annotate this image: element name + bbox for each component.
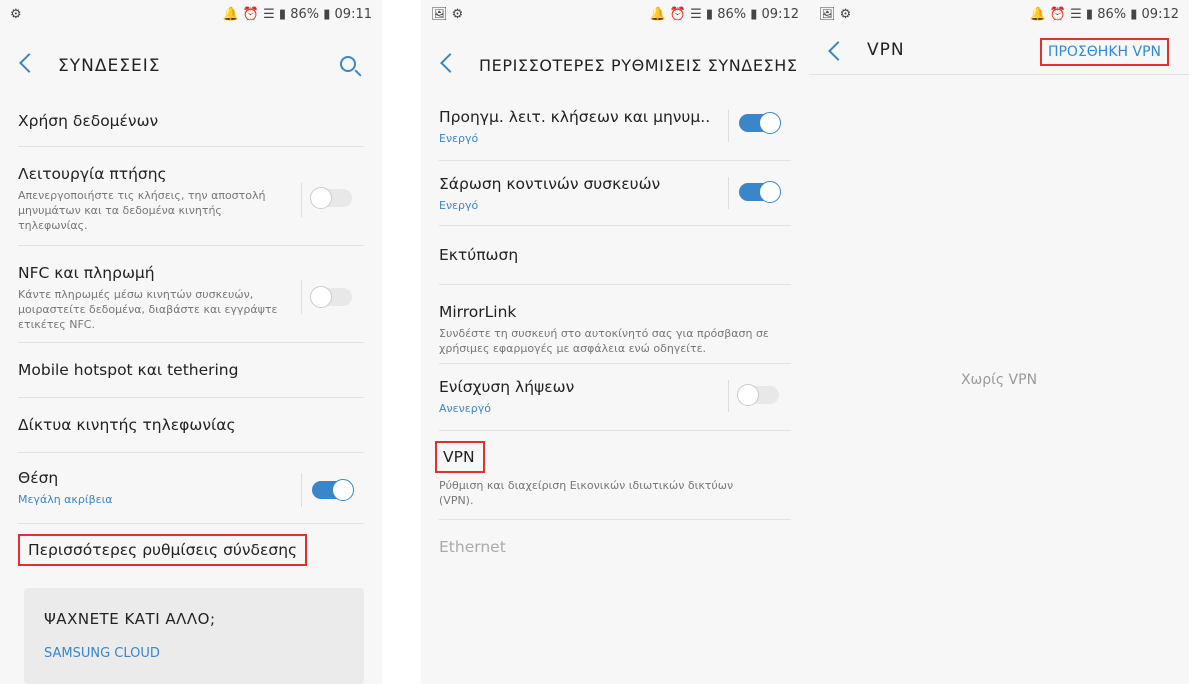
item-label: Ethernet: [439, 538, 506, 556]
settings-list: Προηγμ. λειτ. κλήσεων και μηνυμ.. Ενεργό…: [421, 96, 809, 576]
location-toggle[interactable]: [312, 479, 354, 501]
header: ΣΥΝΔΕΣΕΙΣ: [0, 38, 382, 96]
item-label: NFC και πληρωμή: [18, 264, 155, 282]
status-icons-left: ⚙: [10, 7, 22, 22]
item-label: Λειτουργία πτήσης: [18, 165, 167, 183]
back-icon[interactable]: [19, 53, 39, 73]
toggle-knob: [310, 187, 332, 209]
download-booster-item[interactable]: Ενίσχυση λήψεων Ανενεργό: [439, 364, 791, 431]
looking-for-card: ΨΑΧΝΕΤΕ ΚΑΤΙ ΑΛΛΟ; SAMSUNG CLOUD: [24, 588, 364, 684]
divider: [301, 280, 302, 314]
printing-item[interactable]: Εκτύπωση: [439, 226, 791, 285]
ethernet-item[interactable]: Ethernet: [439, 520, 791, 576]
mobile-networks-item[interactable]: Δίκτυα κινητής τηλεφωνίας: [18, 398, 364, 453]
more-connection-settings-item[interactable]: Περισσότερες ρυθμίσεις σύνδεσης: [18, 524, 364, 576]
status-icons-right: 🔔 ⏰ ☰ ▮ 86% ▮ 09:12: [649, 7, 800, 22]
status-icons-right: 🔔 ⏰ ☰ ▮ 86% ▮ 09:11: [222, 7, 373, 22]
vpn-screen: 🖼 ⚙ 🔔 ⏰ ☰ ▮ 86% ▮ 09:12 VPN ΠΡΟΣΘΗΚΗ VPN…: [809, 0, 1189, 684]
data-usage-item[interactable]: Χρήση δεδομένων: [18, 96, 364, 147]
item-label: Εκτύπωση: [439, 246, 519, 264]
divider: [728, 380, 729, 412]
back-icon[interactable]: [440, 53, 460, 73]
item-status: Ενεργό: [439, 199, 479, 212]
header: ΠΕΡΙΣΣΟΤΕΡΕΣ ΡΥΘΜΙΣΕΙΣ ΣΥΝΔΕΣΗΣ: [421, 38, 809, 96]
add-vpn-button[interactable]: ΠΡΟΣΘΗΚΗ VPN: [1039, 38, 1169, 66]
status-bar: 🖼 ⚙ 🔔 ⏰ ☰ ▮ 86% ▮ 09:12: [421, 0, 809, 28]
nearby-device-scan-item[interactable]: Σάρωση κοντινών συσκευών Ενεργό: [439, 161, 791, 226]
flight-mode-toggle[interactable]: [310, 187, 352, 209]
item-label: MirrorLink: [439, 303, 517, 321]
item-label: Mobile hotspot και tethering: [18, 361, 239, 379]
toggle-knob: [332, 479, 354, 501]
advanced-calling-toggle[interactable]: [739, 112, 781, 134]
location-item[interactable]: Θέση Μεγάλη ακρίβεια: [18, 453, 364, 524]
status-icons-left: 🖼 ⚙: [819, 7, 852, 22]
header: VPN ΠΡΟΣΘΗΚΗ VPN: [809, 28, 1189, 86]
advanced-calling-item[interactable]: Προηγμ. λειτ. κλήσεων και μηνυμ.. Ενεργό: [439, 96, 791, 161]
status-bar: 🖼 ⚙ 🔔 ⏰ ☰ ▮ 86% ▮ 09:12: [809, 0, 1189, 28]
item-status: Μεγάλη ακρίβεια: [18, 493, 113, 506]
item-label: Δίκτυα κινητής τηλεφωνίας: [18, 416, 236, 434]
item-status: Ανενεργό: [439, 402, 491, 415]
item-label: VPN: [435, 441, 485, 473]
toggle-knob: [310, 286, 332, 308]
hotspot-item[interactable]: Mobile hotspot και tethering: [18, 343, 364, 398]
divider: [728, 110, 729, 142]
page-title: ΠΕΡΙΣΣΟΤΕΡΕΣ ΡΥΘΜΙΣΕΙΣ ΣΥΝΔΕΣΗΣ: [479, 56, 798, 75]
nfc-toggle[interactable]: [310, 286, 352, 308]
status-icons-left: 🖼 ⚙: [431, 7, 464, 22]
download-booster-toggle[interactable]: [737, 384, 779, 406]
samsung-cloud-link[interactable]: SAMSUNG CLOUD: [44, 646, 160, 661]
back-icon[interactable]: [828, 41, 848, 61]
nearby-scan-toggle[interactable]: [739, 181, 781, 203]
item-description: Συνδέστε τη συσκευή στο αυτοκίνητό σας γ…: [439, 327, 769, 355]
item-description: Ρύθμιση και διαχείριση Εικονικών ιδιωτικ…: [439, 479, 734, 507]
flight-mode-item[interactable]: Λειτουργία πτήσης Απενεργοποιήστε τις κλ…: [18, 147, 364, 246]
status-icons-right: 🔔 ⏰ ☰ ▮ 86% ▮ 09:12: [1029, 7, 1180, 22]
vpn-item[interactable]: VPN Ρύθμιση και διαχείριση Εικονικών ιδι…: [435, 431, 791, 520]
more-connection-settings-screen: 🖼 ⚙ 🔔 ⏰ ☰ ▮ 86% ▮ 09:12 ΠΕΡΙΣΣΟΤΕΡΕΣ ΡΥΘ…: [421, 0, 809, 684]
toggle-knob: [737, 384, 759, 406]
item-label: Χρήση δεδομένων: [18, 112, 159, 130]
card-heading: ΨΑΧΝΕΤΕ ΚΑΤΙ ΑΛΛΟ;: [44, 610, 216, 628]
nfc-payment-item[interactable]: NFC και πληρωμή Κάντε πληρωμές μέσω κινη…: [18, 246, 364, 343]
settings-list: Χρήση δεδομένων Λειτουργία πτήσης Απενερ…: [0, 96, 382, 576]
mirrorlink-item[interactable]: MirrorLink Συνδέστε τη συσκευή στο αυτοκ…: [439, 285, 791, 364]
toggle-knob: [759, 181, 781, 203]
divider: [728, 177, 729, 209]
divider: [301, 183, 302, 217]
status-bar: ⚙ 🔔 ⏰ ☰ ▮ 86% ▮ 09:11: [0, 0, 382, 28]
item-status: Ενεργό: [439, 132, 479, 145]
empty-state: Χωρίς VPN: [960, 372, 1038, 388]
item-label: Θέση: [18, 469, 59, 487]
divider: [301, 473, 302, 507]
search-icon[interactable]: [340, 56, 356, 72]
item-description: Απενεργοποιήστε τις κλήσεις, την αποστολ…: [18, 189, 266, 232]
toggle-knob: [759, 112, 781, 134]
item-description: Κάντε πληρωμές μέσω κινητών συσκευών, μο…: [18, 288, 278, 331]
item-label: Περισσότερες ρυθμίσεις σύνδεσης: [18, 534, 308, 566]
header-divider: [809, 74, 1189, 75]
page-title: VPN: [867, 40, 905, 60]
page-title: ΣΥΝΔΕΣΕΙΣ: [58, 56, 161, 76]
connections-screen: ⚙ 🔔 ⏰ ☰ ▮ 86% ▮ 09:11 ΣΥΝΔΕΣΕΙΣ Χρήση δε…: [0, 0, 382, 684]
